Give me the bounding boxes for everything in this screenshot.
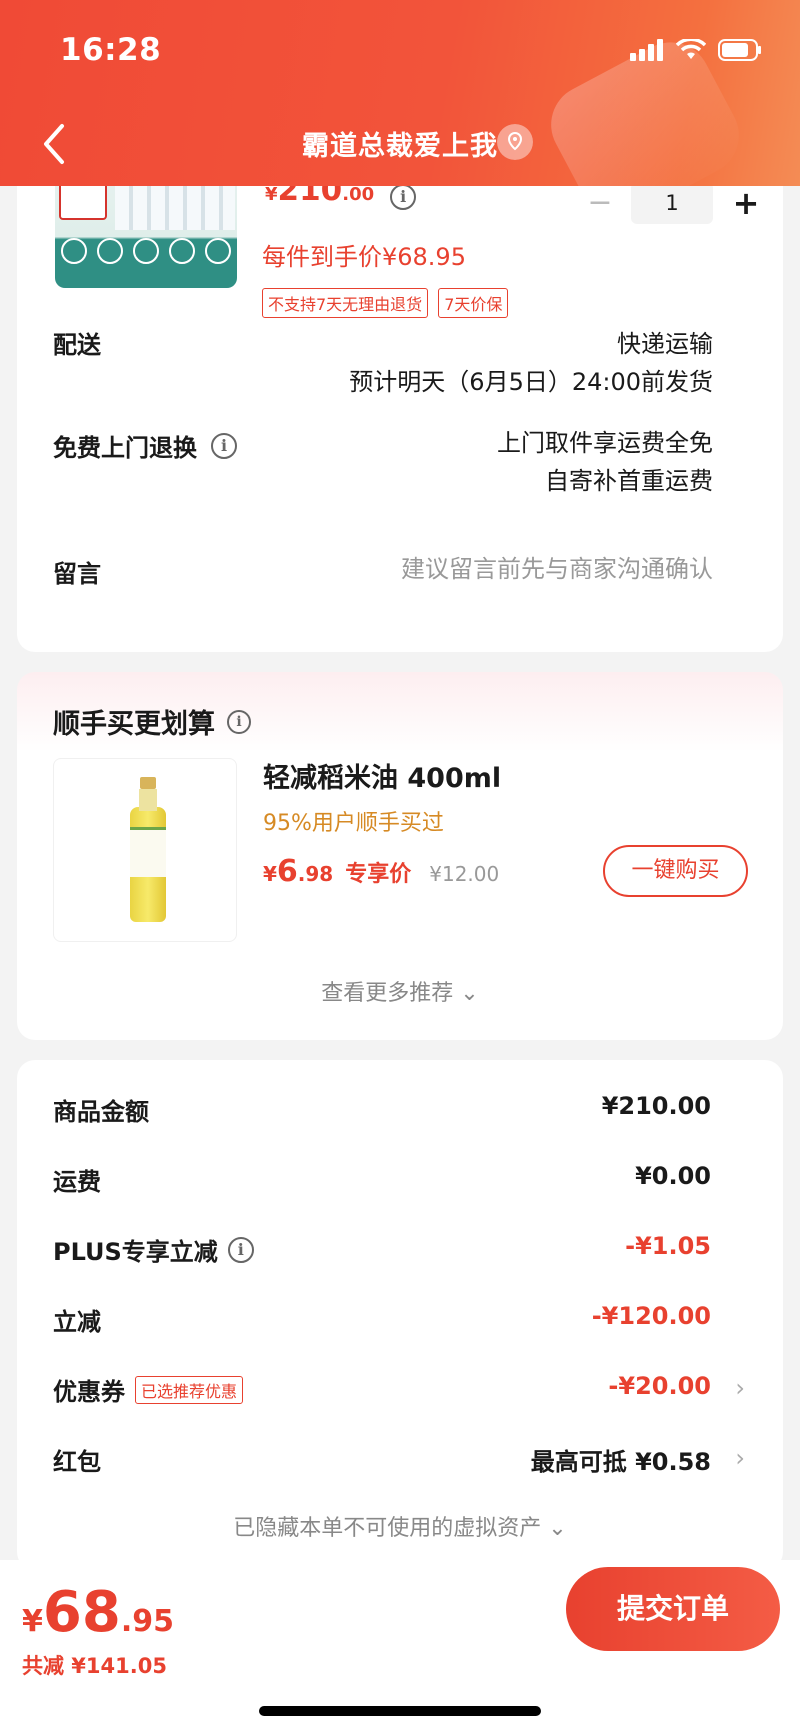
one-click-buy-button[interactable]: 一键购买 xyxy=(603,845,748,897)
quantity-stepper: − 1 + xyxy=(585,182,761,224)
delivery-method: 快递运输 xyxy=(617,330,713,358)
summary-label: 优惠券 xyxy=(53,1378,125,1406)
chevron-right-icon[interactable]: › xyxy=(735,1444,745,1472)
badge-icon xyxy=(61,238,87,264)
exchange-row[interactable]: 免费上门退换 i 上门取件享运费全免 自寄补首重运费 xyxy=(53,424,713,504)
order-product-card: ¥ 210 .00 i − 1 + 每件到手价¥68.95 不支持7天无理由退货… xyxy=(17,160,783,652)
summary-row: 运费 ¥0.00 xyxy=(53,1162,745,1202)
summary-row: 商品金额 ¥210.00 xyxy=(53,1092,745,1132)
price-currency: ¥ xyxy=(265,184,278,205)
more-recommendations-link[interactable]: 查看更多推荐 ⌄ xyxy=(17,975,783,1007)
tag-no-return: 不支持7天无理由退货 xyxy=(262,288,429,318)
nav-bar: 霸道总裁爱上我 xyxy=(0,118,800,168)
addon-price-currency: ¥ xyxy=(263,862,277,886)
exchange-value: 上门取件享运费全免 自寄补首重运费 xyxy=(497,424,713,500)
summary-row: PLUS专享立减 i -¥1.05 xyxy=(53,1232,745,1272)
wifi-icon xyxy=(676,39,706,59)
increase-button[interactable]: + xyxy=(731,187,761,219)
home-indicator xyxy=(259,1706,541,1716)
price-decimal: .00 xyxy=(342,184,375,205)
info-icon[interactable]: i xyxy=(211,432,237,459)
location-pin-icon[interactable] xyxy=(497,124,533,160)
addon-product-image[interactable] xyxy=(53,758,237,942)
tag-price-protect: 7天价保 xyxy=(438,288,509,318)
coupon-row[interactable]: 优惠券 已选推荐优惠 -¥20.00 › xyxy=(53,1372,745,1412)
exchange-line1: 上门取件享运费全免 xyxy=(497,429,713,457)
delivery-value: 快递运输 预计明天（6月5日）24:00前发货 xyxy=(349,325,713,401)
header: 16:28 霸道总裁爱上我 xyxy=(0,0,800,186)
info-icon[interactable]: i xyxy=(227,1236,254,1263)
summary-label: 商品金额 xyxy=(53,1098,149,1126)
badge-icon xyxy=(133,238,159,264)
battery-icon xyxy=(718,39,761,61)
bottle-cap xyxy=(140,777,156,789)
summary-value: -¥20.00 xyxy=(608,1372,711,1400)
summary-label: 立减 xyxy=(53,1308,101,1336)
signal-icon xyxy=(630,39,663,61)
total-integer: 68 xyxy=(42,1580,121,1645)
status-bar: 16:28 xyxy=(60,30,762,70)
info-icon[interactable]: i xyxy=(390,184,417,210)
product-image-icons xyxy=(61,238,231,282)
message-input[interactable]: 建议留言前先与商家沟通确认 xyxy=(401,550,713,588)
addon-card: 顺手买更划算 i 轻减稻米油 400ml 95%用户顺手买过 ¥ 6 .98 专… xyxy=(17,672,783,1040)
total-price: ¥ 68 .95 xyxy=(22,1580,174,1645)
addon-product-subtitle: 95%用户顺手买过 xyxy=(263,811,444,836)
total-decimal: .95 xyxy=(120,1604,174,1639)
bottle-label xyxy=(130,827,166,877)
bottle-neck xyxy=(139,789,157,811)
status-icons xyxy=(630,39,762,61)
oil-bottle-graphic xyxy=(128,777,168,922)
message-label: 留言 xyxy=(53,560,101,588)
summary-label-wrap: 优惠券 已选推荐优惠 xyxy=(53,1372,244,1407)
exchange-label-wrap: 免费上门退换 i xyxy=(53,428,237,463)
page-title: 霸道总裁爱上我 xyxy=(302,131,498,162)
summary-value: ¥0.00 xyxy=(635,1162,711,1190)
decrease-button[interactable]: − xyxy=(585,188,615,218)
each-price: 每件到手价¥68.95 xyxy=(262,243,466,271)
addon-original-price: ¥12.00 xyxy=(429,862,500,886)
addon-header: 顺手买更划算 i xyxy=(53,702,251,741)
addon-product-title[interactable]: 轻减稻米油 400ml xyxy=(263,756,501,795)
coupon-tag: 已选推荐优惠 xyxy=(135,1375,244,1404)
summary-value: -¥120.00 xyxy=(591,1302,711,1330)
summary-label-wrap: PLUS专享立减 i xyxy=(53,1232,254,1267)
badge-icon xyxy=(97,238,123,264)
submit-order-button[interactable]: 提交订单 xyxy=(566,1567,780,1651)
exchange-label: 免费上门退换 xyxy=(53,434,197,462)
price-summary-card: 商品金额 ¥210.00 运费 ¥0.00 PLUS专享立减 i -¥1.05 … xyxy=(17,1060,783,1570)
hidden-assets-toggle[interactable]: 已隐藏本单不可使用的虚拟资产 ⌄ xyxy=(17,1510,783,1542)
info-icon[interactable]: i xyxy=(227,709,251,734)
status-time: 16:28 xyxy=(60,32,162,68)
product-tags: 不支持7天无理由退货 7天价保 xyxy=(262,288,509,318)
exchange-line2: 自寄补首重运费 xyxy=(545,467,713,495)
summary-value: 最高可抵 ¥0.58 xyxy=(530,1448,711,1476)
addon-price-decimal: .98 xyxy=(297,862,334,886)
addon-price-integer: 6 xyxy=(276,854,298,889)
delivery-estimate: 预计明天（6月5日）24:00前发货 xyxy=(349,368,713,396)
chevron-right-icon[interactable]: › xyxy=(735,1374,745,1402)
addon-product-price: ¥ 6 .98 专享价 ¥12.00 xyxy=(263,854,499,889)
summary-label: 运费 xyxy=(53,1168,101,1196)
total-saved: 共减 ¥141.05 xyxy=(22,1654,167,1678)
badge-icon xyxy=(169,238,195,264)
addon-price-label: 专享价 xyxy=(345,862,412,887)
delivery-row[interactable]: 配送 快递运输 预计明天（6月5日）24:00前发货 xyxy=(53,325,713,405)
total-currency: ¥ xyxy=(22,1604,43,1639)
summary-label: PLUS专享立减 xyxy=(53,1238,218,1266)
summary-value: -¥1.05 xyxy=(625,1232,711,1260)
quantity-value[interactable]: 1 xyxy=(631,182,713,224)
badge-icon xyxy=(205,238,231,264)
red-packet-row[interactable]: 红包 最高可抵 ¥0.58 › xyxy=(53,1442,745,1482)
message-row[interactable]: 留言 建议留言前先与商家沟通确认 xyxy=(53,550,713,590)
summary-label: 红包 xyxy=(53,1448,101,1476)
addon-header-title: 顺手买更划算 xyxy=(53,709,215,740)
summary-row: 立减 -¥120.00 xyxy=(53,1302,745,1342)
summary-value: ¥210.00 xyxy=(601,1092,711,1120)
checkout-bar: ¥ 68 .95 共减 ¥141.05 提交订单 xyxy=(0,1560,800,1731)
delivery-label: 配送 xyxy=(53,331,101,359)
